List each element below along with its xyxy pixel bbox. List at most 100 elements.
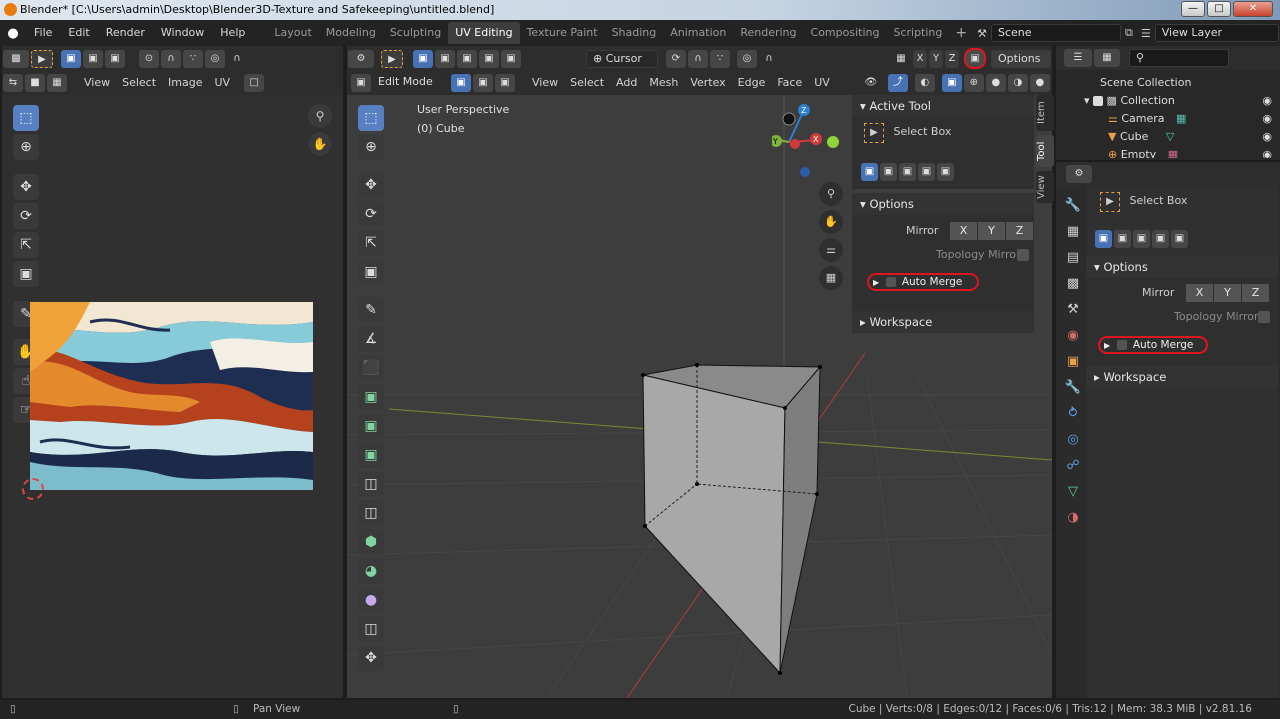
object-properties-icon[interactable]: ▣ bbox=[1063, 352, 1083, 372]
proportional-icon[interactable]: ◎ bbox=[737, 49, 757, 68]
constraints-properties-icon[interactable]: ☍ bbox=[1063, 456, 1083, 476]
topology-mirror-checkbox[interactable] bbox=[1017, 249, 1029, 261]
image-browse-icon[interactable]: □ bbox=[244, 74, 265, 92]
auto-merge-checkbox[interactable] bbox=[885, 277, 896, 287]
active-tool-panel-header[interactable]: ▾ Active Tool bbox=[852, 95, 1034, 117]
outliner-item-camera[interactable]: ⚌ Camera ▦ ◉ bbox=[1056, 110, 1280, 128]
scene-properties-icon[interactable]: ⚒ bbox=[1063, 300, 1083, 320]
face-select-mode-icon[interactable]: ▣ bbox=[495, 74, 515, 92]
tab-compositing[interactable]: Compositing bbox=[804, 22, 887, 44]
outliner-item-cube[interactable]: ▼ Cube ▽ ◉ bbox=[1056, 128, 1280, 146]
pivot-cursor-dropdown[interactable]: ⊕ Cursor bbox=[586, 49, 658, 68]
sidebar-tab-item[interactable]: Item bbox=[1036, 95, 1054, 131]
world-properties-icon[interactable]: ◉ bbox=[1063, 326, 1083, 346]
uv-zoom-icon[interactable]: ⚲ bbox=[308, 104, 332, 128]
uv-menu-select[interactable]: Select bbox=[116, 71, 162, 95]
viewport-select-extend-icon[interactable]: ▣ bbox=[435, 49, 455, 68]
uv-cursor-tool-icon[interactable]: ⊕ bbox=[13, 134, 39, 160]
prop-mode-invert-icon[interactable]: ▣ bbox=[1152, 230, 1169, 248]
cube-mesh[interactable] bbox=[641, 363, 822, 675]
workspace-panel-header[interactable]: ▸ Workspace bbox=[852, 311, 1034, 333]
uv-menu-image[interactable]: Image bbox=[162, 71, 208, 95]
loop-cut-tool-icon[interactable]: ◫ bbox=[358, 471, 384, 497]
viewport-pan-icon[interactable]: ✋ bbox=[819, 210, 843, 234]
tab-rendering[interactable]: Rendering bbox=[733, 22, 803, 44]
outliner-scene-collection[interactable]: Scene Collection bbox=[1056, 74, 1280, 92]
viewport-menu-add[interactable]: Add bbox=[610, 71, 643, 95]
menu-window[interactable]: Window bbox=[153, 20, 212, 46]
wireframe-shading-icon[interactable]: ⊕ bbox=[963, 74, 984, 92]
properties-mirror-y-button[interactable]: Y bbox=[1214, 284, 1241, 302]
blender-menu-icon[interactable]: ● bbox=[0, 26, 26, 41]
edit-mode-icon[interactable]: ▣ bbox=[351, 74, 371, 92]
viewport-menu-mesh[interactable]: Mesh bbox=[643, 71, 684, 95]
sidebar-mode-invert-icon[interactable]: ▣ bbox=[918, 163, 935, 181]
camera-eye-icon[interactable]: ◉ bbox=[1262, 110, 1272, 128]
measure-tool-icon[interactable]: ∡ bbox=[358, 326, 384, 352]
header-mirror-y[interactable]: Y bbox=[929, 49, 943, 68]
viewport-menu-select[interactable]: Select bbox=[564, 71, 610, 95]
edge-select-mode-icon[interactable]: ▣ bbox=[473, 74, 493, 92]
menu-file[interactable]: File bbox=[26, 20, 60, 46]
outliner-collection[interactable]: ▾ ▩ Collection ◉ bbox=[1056, 92, 1280, 110]
rip-tool-icon[interactable]: ✥ bbox=[358, 645, 384, 671]
auto-merge-expand-icon[interactable]: ▶ bbox=[873, 278, 879, 287]
properties-options-header[interactable]: ▾ Options bbox=[1086, 256, 1278, 278]
cube-eye-icon[interactable]: ◉ bbox=[1262, 128, 1272, 146]
select-mode-extend-icon[interactable]: ▣ bbox=[83, 49, 103, 68]
menu-render[interactable]: Render bbox=[98, 20, 153, 46]
viewport-select-tool-icon[interactable]: ▶ bbox=[381, 49, 403, 68]
properties-workspace-header[interactable]: ▸ Workspace bbox=[1086, 366, 1278, 388]
xray-icon[interactable]: ▣ bbox=[941, 74, 962, 92]
uv-vertex-mode-icon[interactable]: ■ bbox=[25, 74, 45, 92]
viewport-select-new-icon[interactable]: ▣ bbox=[413, 49, 433, 68]
sidebar-tab-tool[interactable]: Tool bbox=[1036, 135, 1054, 167]
extrude-tool-icon[interactable]: ▣ bbox=[358, 384, 384, 410]
menu-edit[interactable]: Edit bbox=[60, 20, 97, 46]
properties-mirror-x-button[interactable]: X bbox=[1186, 284, 1213, 302]
rotate-tool-icon[interactable]: ⟳ bbox=[358, 201, 384, 227]
properties-auto-merge-row[interactable]: ▶ Auto Merge bbox=[1098, 336, 1208, 354]
viewport-menu-vertex[interactable]: Vertex bbox=[684, 71, 731, 95]
collection-eye-icon[interactable]: ◉ bbox=[1262, 92, 1272, 110]
tab-uv-editing[interactable]: UV Editing bbox=[448, 22, 520, 44]
prop-mode-intersect-icon[interactable]: ▣ bbox=[1171, 230, 1188, 248]
prop-mode-subtract-icon[interactable]: ▣ bbox=[1133, 230, 1150, 248]
data-properties-icon[interactable]: ▽ bbox=[1063, 482, 1083, 502]
tool-properties-icon[interactable]: 🔧 bbox=[1063, 196, 1083, 216]
add-workspace-icon[interactable]: + bbox=[949, 25, 973, 41]
navigation-gizmo[interactable]: Z X Y bbox=[770, 102, 842, 182]
tab-animation[interactable]: Animation bbox=[663, 22, 733, 44]
outliner-editor-type-icon[interactable]: ☰ bbox=[1064, 49, 1092, 67]
tab-modeling[interactable]: Modeling bbox=[319, 22, 383, 44]
uv-scale-tool-icon[interactable]: ⇱ bbox=[13, 232, 39, 258]
cursor-tool-icon[interactable]: ⊕ bbox=[358, 134, 384, 160]
proportional-edit-icon[interactable]: ◎ bbox=[205, 49, 225, 68]
mirror-settings-icon[interactable]: ▦ bbox=[891, 50, 911, 68]
outliner-display-mode-icon[interactable]: ▦ bbox=[1094, 49, 1120, 67]
rendered-shading-icon[interactable]: ● bbox=[1029, 74, 1050, 92]
mirror-x-button[interactable]: X bbox=[950, 222, 977, 240]
options-panel-header[interactable]: ▾ Options bbox=[852, 193, 1034, 215]
viewport-select-subtract-icon[interactable]: ▣ bbox=[457, 49, 477, 68]
uv-select-box-tool-icon[interactable]: ⬚ bbox=[13, 105, 39, 131]
collection-checkbox[interactable] bbox=[1093, 96, 1104, 106]
properties-topology-mirror-checkbox[interactable] bbox=[1258, 311, 1270, 323]
snap-toggle-icon[interactable]: ∩ bbox=[688, 49, 708, 68]
prop-mode-new-icon[interactable]: ▣ bbox=[1095, 230, 1112, 248]
transform-tool-icon[interactable]: ▣ bbox=[358, 259, 384, 285]
tab-layout[interactable]: Layout bbox=[267, 22, 318, 44]
add-cube-tool-icon[interactable]: ⬛ bbox=[358, 355, 384, 381]
properties-editor-type-icon[interactable]: ⚙ bbox=[1066, 165, 1092, 183]
camera-view-icon[interactable]: ⚌ bbox=[819, 238, 843, 262]
uv-move-tool-icon[interactable]: ✥ bbox=[13, 174, 39, 200]
uv-sticky-icon[interactable]: ▦ bbox=[47, 74, 67, 92]
spin-tool-icon[interactable]: ◕ bbox=[358, 558, 384, 584]
uv-menu-view[interactable]: View bbox=[78, 71, 116, 95]
gizmo-icon[interactable]: ⤴ bbox=[887, 74, 908, 92]
view-layer-field[interactable]: View Layer bbox=[1154, 24, 1279, 42]
menu-help[interactable]: Help bbox=[212, 20, 253, 46]
smooth-tool-icon[interactable]: ● bbox=[358, 587, 384, 613]
maximize-button[interactable]: □ bbox=[1207, 1, 1231, 17]
viewport-menu-view[interactable]: View bbox=[526, 71, 564, 95]
